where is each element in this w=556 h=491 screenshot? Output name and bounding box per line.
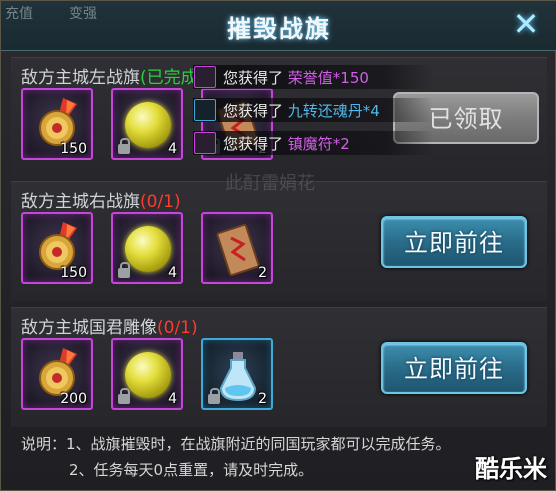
task-title: 敌方主城左战旗(已完成) (21, 63, 204, 88)
task-name: 敌方主城国君雕像 (21, 318, 157, 338)
potion-flask-icon (219, 352, 257, 402)
reward-count: 4 (168, 391, 177, 407)
task-row-right-flag: 敌方主城右战旗(0/1) 150 4 2 立即前往 (11, 181, 547, 301)
reward-count: 2 (258, 391, 267, 407)
go-now-button[interactable]: 立即前往 (381, 216, 527, 268)
demon-talisman-icon (216, 223, 260, 277)
task-name: 敌方主城左战旗 (21, 68, 140, 88)
watermark: 酷乐米 (475, 455, 547, 483)
reward-slot[interactable]: 150 (21, 212, 93, 284)
popup-item: 荣誉值*150 (287, 69, 369, 87)
reward-slot[interactable]: 4 (111, 88, 183, 160)
reward-count: 4 (168, 265, 177, 281)
reward-popup: 您获得了 荣誉值*150 您获得了 九转还魂丹*4 您获得了 镇魔符*2 (193, 65, 433, 165)
reward-slot[interactable]: 4 (111, 212, 183, 284)
demon-talisman-icon (194, 132, 216, 154)
reward-count: 200 (60, 391, 87, 407)
reward-count: 2 (258, 265, 267, 281)
task-title: 敌方主城右战旗(0/1) (21, 187, 181, 212)
lock-icon (118, 262, 130, 278)
header-bar: 充值 变强 摧毁战旗 ✕ (1, 1, 556, 51)
reward-slot[interactable]: 2 (201, 338, 273, 410)
popup-item: 九转还魂丹*4 (287, 102, 380, 120)
background-text: 此酊雷娟花 (225, 173, 315, 194)
reward-count: 4 (168, 141, 177, 157)
reward-popup-line: 您获得了 荣誉值*150 (193, 65, 433, 89)
lock-icon (208, 388, 220, 404)
honor-medal-icon (194, 66, 216, 88)
go-now-button[interactable]: 立即前往 (381, 342, 527, 394)
reward-count: 150 (60, 265, 87, 281)
reward-popup-line: 您获得了 镇魔符*2 (193, 131, 433, 155)
popup-prefix: 您获得了 (223, 102, 284, 120)
golden-orb-icon (125, 102, 171, 148)
reward-slot[interactable]: 200 (21, 338, 93, 410)
popup-item: 镇魔符*2 (287, 135, 350, 153)
instructions: 说明：1、战旗摧毁时，在战旗附近的同国玩家都可以完成任务。 2、任务每天0点重置… (21, 431, 541, 483)
golden-orb-icon (125, 352, 171, 398)
destroy-flag-panel: 充值 变强 摧毁战旗 ✕ 敌方主城左战旗(已完成) 150 4 已领取 敌方主城… (0, 0, 556, 491)
page-title: 摧毁战旗 (227, 15, 331, 43)
task-row-king-statue: 敌方主城国君雕像(0/1) 200 4 2 立即前往 (11, 307, 547, 427)
popup-prefix: 您获得了 (223, 135, 284, 153)
reward-count: 150 (60, 141, 87, 157)
reward-slot[interactable]: 2 (201, 212, 273, 284)
reward-popup-line: 您获得了 九转还魂丹*4 (193, 98, 433, 122)
lock-icon (118, 138, 130, 154)
close-icon[interactable]: ✕ (509, 7, 543, 41)
task-progress: (0/1) (157, 318, 198, 338)
reward-slot[interactable]: 150 (21, 88, 93, 160)
lock-icon (118, 388, 130, 404)
task-title: 敌方主城国君雕像(0/1) (21, 313, 198, 338)
instruction-line-2: 2、任务每天0点重置，请及时完成。 (69, 461, 314, 479)
golden-orb-icon (194, 99, 216, 121)
task-progress: (0/1) (140, 192, 181, 212)
reward-slot[interactable]: 4 (111, 338, 183, 410)
instruction-line-1: 说明：1、战旗摧毁时，在战旗附近的同国玩家都可以完成任务。 (21, 435, 451, 453)
task-name: 敌方主城右战旗 (21, 192, 140, 212)
popup-prefix: 您获得了 (223, 69, 284, 87)
golden-orb-icon (125, 226, 171, 272)
